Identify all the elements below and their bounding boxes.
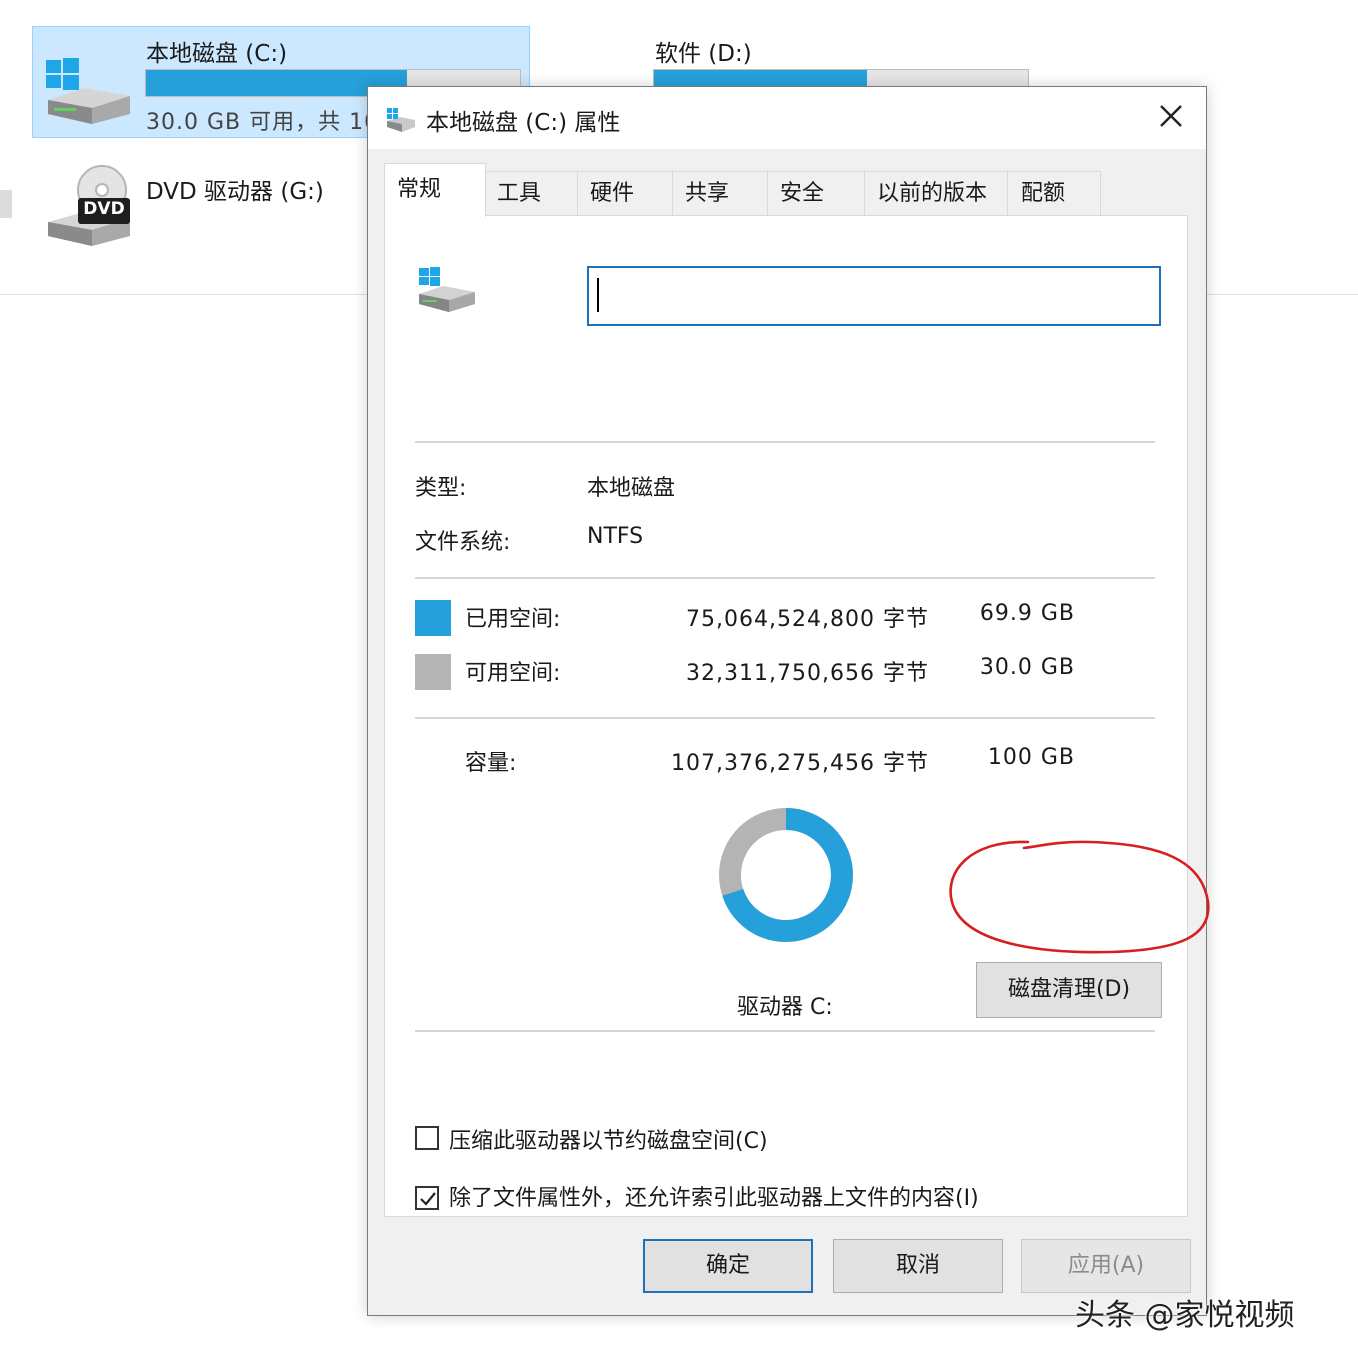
used-space-label: 已用空间: — [465, 607, 561, 632]
dvd-badge: DVD — [83, 199, 125, 219]
used-space-bytes: 75,064,524,800 字节 — [686, 607, 929, 632]
disk-cleanup-button[interactable]: 磁盘清理(D) — [976, 962, 1162, 1018]
compress-checkbox-label[interactable]: 压缩此驱动器以节约磁盘空间(C) — [449, 1123, 768, 1155]
red-highlight-annotation — [949, 840, 1210, 954]
separator — [415, 441, 1155, 443]
separator — [415, 1030, 1155, 1032]
filesystem-label: 文件系统: — [415, 530, 511, 555]
explorer-scroll-stub — [0, 190, 12, 218]
tab-tools[interactable]: 工具 — [484, 171, 578, 215]
usage-donut-chart — [719, 808, 853, 942]
type-label: 类型: — [415, 476, 467, 501]
free-space-label: 可用空间: — [465, 661, 561, 686]
properties-dialog: 本地磁盘 (C:) 属性 常规 工具 硬件 共享 安全 以前的版本 配额 类型:… — [367, 86, 1207, 1316]
drive-caption: 驱动器 C: — [737, 995, 833, 1020]
capacity-bytes: 107,376,275,456 字节 — [671, 751, 929, 776]
drive-g-name[interactable]: DVD 驱动器 (G:) — [146, 172, 324, 206]
general-tab-panel: 类型: 本地磁盘 文件系统: NTFS 已用空间: 75,064,524,800… — [384, 215, 1188, 1217]
used-space-size: 69.9 GB — [979, 601, 1075, 626]
volume-label-input[interactable] — [587, 266, 1161, 326]
type-value: 本地磁盘 — [587, 476, 676, 501]
tab-security[interactable]: 安全 — [767, 171, 865, 215]
windows-drive-icon — [46, 58, 130, 124]
separator — [415, 577, 1155, 579]
compress-checkbox[interactable] — [415, 1126, 439, 1150]
free-space-size: 30.0 GB — [979, 655, 1075, 680]
tab-quota[interactable]: 配额 — [1007, 171, 1101, 215]
cancel-button[interactable]: 取消 — [833, 1239, 1003, 1293]
dialog-title: 本地磁盘 (C:) 属性 — [426, 110, 621, 136]
ok-button[interactable]: 确定 — [643, 1239, 813, 1293]
index-checkbox[interactable] — [415, 1186, 439, 1210]
drive-d-name[interactable]: 软件 (D:) — [655, 34, 752, 68]
used-space-swatch — [415, 600, 451, 636]
tab-sharing[interactable]: 共享 — [672, 171, 768, 215]
watermark: 头条 @家悦视频 — [1075, 1298, 1295, 1333]
drive-large-icon — [419, 267, 475, 312]
drive-title-icon — [387, 108, 415, 132]
capacity-label: 容量: — [465, 751, 517, 776]
free-space-swatch — [415, 654, 451, 690]
capacity-size: 100 GB — [987, 745, 1075, 770]
index-checkbox-label[interactable]: 除了文件属性外，还允许索引此驱动器上文件的内容(I) — [449, 1180, 979, 1212]
close-icon[interactable] — [1154, 99, 1188, 133]
tab-previous-versions[interactable]: 以前的版本 — [864, 171, 1008, 215]
filesystem-value: NTFS — [587, 524, 644, 549]
tab-hardware[interactable]: 硬件 — [577, 171, 673, 215]
text-caret — [597, 278, 599, 312]
separator — [415, 717, 1155, 719]
drive-c-name: 本地磁盘 (C:) — [146, 41, 288, 67]
free-space-bytes: 32,311,750,656 字节 — [686, 661, 929, 686]
tab-general[interactable]: 常规 — [384, 163, 486, 217]
apply-button[interactable]: 应用(A) — [1021, 1239, 1191, 1293]
dialog-titlebar[interactable]: 本地磁盘 (C:) 属性 — [368, 87, 1206, 149]
checkmark-icon — [420, 1192, 436, 1206]
